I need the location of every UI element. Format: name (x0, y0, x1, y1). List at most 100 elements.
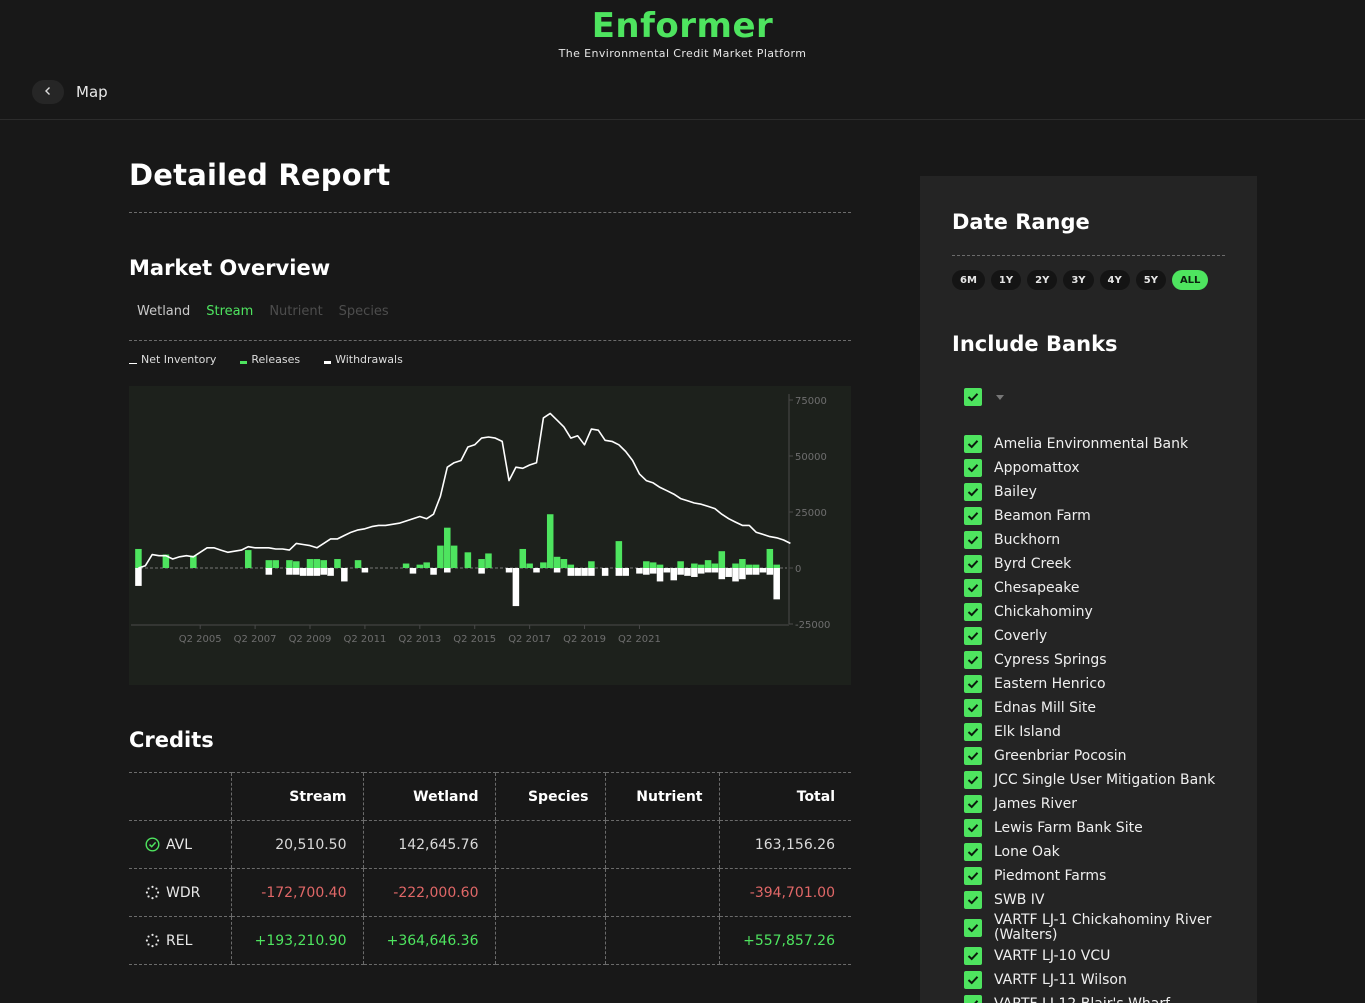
back-label[interactable]: Map (76, 83, 108, 101)
bank-item[interactable]: Piedmont Farms (964, 864, 1234, 888)
check-icon (967, 952, 979, 961)
bank-checkbox[interactable] (964, 747, 982, 765)
bank-item[interactable]: Coverly (964, 624, 1234, 648)
cell-wetland: +364,646.36 (362, 916, 495, 965)
bank-item[interactable]: VARTF LJ-12 Blair's Wharf (964, 992, 1234, 1003)
bank-item[interactable]: Byrd Creek (964, 552, 1234, 576)
bank-item[interactable]: Bailey (964, 480, 1234, 504)
legend-net-inventory[interactable]: Net Inventory (129, 353, 216, 366)
range-3y-button[interactable]: 3Y (1063, 270, 1094, 290)
bank-checkbox[interactable] (964, 819, 982, 837)
release-bar (739, 559, 746, 568)
logo[interactable]: Enformer (0, 6, 1365, 46)
bank-checkbox[interactable] (964, 603, 982, 621)
bank-item[interactable]: Amelia Environmental Bank (964, 432, 1234, 456)
column-header-total: Total (718, 772, 851, 821)
bank-label: Ednas Mill Site (994, 700, 1097, 716)
bank-item[interactable]: Lewis Farm Bank Site (964, 816, 1234, 840)
bank-checkbox[interactable] (964, 867, 982, 885)
range-2y-button[interactable]: 2Y (1027, 270, 1058, 290)
tab-stream[interactable]: Stream (206, 304, 253, 319)
withdrawal-bar (732, 568, 739, 582)
release-bar (450, 545, 458, 568)
bank-checkbox[interactable] (964, 435, 982, 453)
release-bar (416, 564, 424, 568)
column-header-wetland: Wetland (362, 772, 495, 821)
bank-item[interactable]: Chickahominy (964, 600, 1234, 624)
bank-checkbox[interactable] (964, 483, 982, 501)
y-tick-label: 50000 (795, 452, 827, 463)
range-all-button[interactable]: ALL (1171, 270, 1209, 290)
withdrawal-bar (320, 568, 327, 575)
withdrawal-bar (697, 568, 705, 574)
withdrawal-bar (636, 568, 643, 574)
bank-checkbox[interactable] (964, 627, 982, 645)
release-bar (697, 564, 705, 568)
legend-releases[interactable]: Releases (240, 353, 300, 366)
bank-checkbox[interactable] (964, 675, 982, 693)
bank-item[interactable]: VARTF LJ-1 Chickahominy River (Walters) (964, 912, 1234, 944)
legend-withdrawals[interactable]: Withdrawals (324, 353, 403, 366)
range-4y-button[interactable]: 4Y (1099, 270, 1130, 290)
select-all-checkbox[interactable] (964, 388, 982, 406)
bank-item[interactable]: JCC Single User Mitigation Bank (964, 768, 1234, 792)
bank-item[interactable]: Elk Island (964, 720, 1234, 744)
check-icon (967, 924, 979, 933)
withdrawal-bar (409, 568, 417, 574)
bank-checkbox[interactable] (964, 507, 982, 525)
back-button[interactable] (32, 80, 64, 104)
bank-checkbox[interactable] (964, 531, 982, 549)
bank-checkbox[interactable] (964, 723, 982, 741)
check-icon (967, 536, 979, 545)
bank-item[interactable]: Ednas Mill Site (964, 696, 1234, 720)
withdrawal-bar (615, 568, 623, 576)
chevron-left-icon (43, 85, 53, 99)
bank-item[interactable]: James River (964, 792, 1234, 816)
bank-checkbox[interactable] (964, 651, 982, 669)
bank-item[interactable]: Lone Oak (964, 840, 1234, 864)
bank-item[interactable]: Eastern Henrico (964, 672, 1234, 696)
bank-item[interactable]: VARTF LJ-11 Wilson (964, 968, 1234, 992)
bank-item[interactable]: Buckhorn (964, 528, 1234, 552)
bank-checkbox[interactable] (964, 995, 982, 1003)
bank-checkbox[interactable] (964, 971, 982, 989)
bank-label: Amelia Environmental Bank (994, 436, 1189, 452)
check-icon (967, 704, 979, 713)
y-tick-label: -25000 (795, 620, 830, 631)
withdrawal-bar (512, 568, 520, 607)
bank-item[interactable]: SWB IV (964, 888, 1234, 912)
range-6m-button[interactable]: 6M (952, 270, 985, 290)
bank-checkbox[interactable] (964, 579, 982, 597)
bank-checkbox[interactable] (964, 919, 982, 937)
bank-checkbox[interactable] (964, 947, 982, 965)
y-tick-label: 0 (795, 564, 801, 575)
chart-svg: 75000 50000 25000 0 -25000 Q2 2005 Q2 2007 Q2 2… (131, 394, 830, 645)
bank-checkbox[interactable] (964, 891, 982, 909)
bank-item[interactable]: Beamon Farm (964, 504, 1234, 528)
range-5y-button[interactable]: 5Y (1135, 270, 1166, 290)
bank-label: Coverly (994, 628, 1048, 644)
withdrawal-bar (773, 568, 780, 600)
tab-species[interactable]: Species (339, 304, 389, 319)
bank-checkbox[interactable] (964, 795, 982, 813)
bank-checkbox[interactable] (964, 699, 982, 717)
bank-checkbox[interactable] (964, 771, 982, 789)
caret-down-icon[interactable] (996, 394, 1004, 400)
tab-nutrient[interactable]: Nutrient (269, 304, 322, 319)
cell-total: 163,156.26 (718, 820, 851, 869)
bank-item[interactable]: Appomattox (964, 456, 1234, 480)
release-bar (546, 514, 554, 568)
bank-checkbox[interactable] (964, 555, 982, 573)
range-1y-button[interactable]: 1Y (990, 270, 1022, 290)
tab-wetland[interactable]: Wetland (137, 304, 190, 319)
bank-item[interactable]: Greenbriar Pocosin (964, 744, 1234, 768)
bank-item[interactable]: VARTF LJ-10 VCU (964, 944, 1234, 968)
spinner-icon (145, 933, 160, 948)
withdrawal-bar (766, 568, 774, 575)
credits-title: Credits (129, 728, 214, 752)
bank-checkbox[interactable] (964, 843, 982, 861)
bank-item[interactable]: Chesapeake (964, 576, 1234, 600)
market-chart[interactable]: 75000 50000 25000 0 -25000 Q2 2005 Q2 2007 Q2 2… (129, 386, 851, 685)
bank-item[interactable]: Cypress Springs (964, 648, 1234, 672)
bank-checkbox[interactable] (964, 459, 982, 477)
